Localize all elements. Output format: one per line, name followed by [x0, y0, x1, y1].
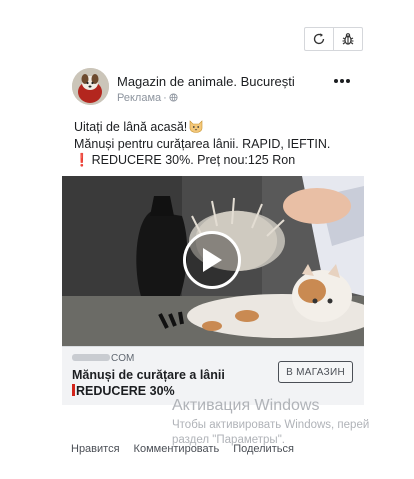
- like-button[interactable]: Нравится: [71, 443, 120, 455]
- warning-icon: ❗: [74, 153, 90, 167]
- cat-face-emoji-icon: [189, 120, 203, 133]
- watermark-line-1: Чтобы активировать Windows, перей: [172, 419, 370, 431]
- bug-icon: [342, 33, 354, 45]
- play-button[interactable]: [183, 231, 241, 289]
- separator-dot: ·: [163, 92, 167, 104]
- sponsored-text: Реклама: [117, 92, 162, 104]
- comment-button[interactable]: Комментировать: [134, 443, 220, 455]
- refresh-button[interactable]: [305, 28, 333, 50]
- preview-toolbar: [304, 27, 363, 51]
- post-text-line-3: ❗ REDUCERE 30%. Preț nou:125 Ron: [74, 153, 296, 167]
- blurred-domain: [72, 354, 110, 361]
- link-description: REDUCERE 30%: [72, 384, 175, 398]
- sponsored-label: Реклама ·: [117, 92, 178, 104]
- link-preview[interactable]: COM Mănuși de curățare a lânii REDUCERE …: [62, 346, 364, 405]
- globe-icon: [169, 93, 178, 102]
- post-text: Uitați de lână acasă! Mănuși pentru cură…: [74, 119, 364, 169]
- link-title[interactable]: Mănuși de curățare a lânii: [72, 368, 225, 382]
- bug-report-button[interactable]: [333, 28, 362, 50]
- more-dot: [346, 79, 350, 83]
- post-actions: Нравится Комментировать Поделиться: [71, 443, 294, 455]
- play-icon: [203, 248, 222, 272]
- page-name[interactable]: Magazin de animale. București: [117, 74, 295, 89]
- more-dot: [334, 79, 338, 83]
- page-avatar[interactable]: [72, 68, 109, 105]
- more-dot: [340, 79, 344, 83]
- share-button[interactable]: Поделиться: [233, 443, 294, 455]
- post-text-line-1: Uitați de lână acasă!: [74, 119, 364, 136]
- refresh-icon: [314, 33, 325, 45]
- post-header: Magazin de animale. București Реклама ·: [62, 63, 364, 107]
- sponsored-post: Magazin de animale. București Реклама · U…: [62, 63, 364, 455]
- video-media[interactable]: [62, 176, 364, 346]
- link-domain: COM: [72, 353, 134, 364]
- post-text-line-2: Mănuși pentru curățarea lânii. RAPID, IE…: [74, 136, 331, 151]
- more-options-button[interactable]: [332, 73, 352, 89]
- warning-mark-icon: [72, 384, 75, 396]
- shop-now-button[interactable]: В МАГАЗИН: [278, 361, 353, 383]
